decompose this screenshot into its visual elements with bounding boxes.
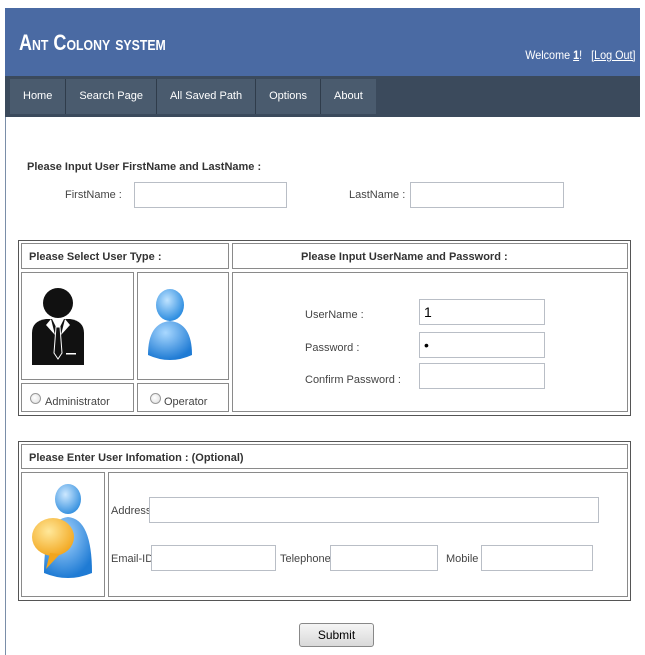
firstname-input[interactable] <box>134 182 287 208</box>
user-type-heading: Please Select User Type : <box>29 251 162 263</box>
content-border <box>5 117 6 655</box>
user-info-heading-box: Please Enter User Infomation : (Optional… <box>21 444 628 469</box>
operator-icon <box>148 289 192 360</box>
administrator-icon <box>32 288 84 365</box>
name-section-heading: Please Input User FirstName and LastName… <box>27 161 262 173</box>
nav-bar: Home Search Page All Saved Path Options … <box>5 76 640 117</box>
nav-item-search-page[interactable]: Search Page <box>66 79 157 114</box>
firstname-label: FirstName : <box>65 189 122 201</box>
mobile-label: Mobile : <box>446 553 485 565</box>
telephone-input[interactable] <box>330 545 438 571</box>
user-type-heading-box: Please Select User Type : <box>21 243 229 269</box>
lastname-label: LastName : <box>349 189 406 201</box>
welcome-suffix: ! <box>579 48 583 62</box>
user-chat-icon <box>32 484 92 578</box>
nav-item-options[interactable]: Options <box>256 79 322 114</box>
app-header: Ant Colony system Welcome 1! [Log Out] <box>5 8 640 76</box>
lastname-input[interactable] <box>410 182 564 208</box>
operator-radio[interactable] <box>150 393 161 404</box>
app-title: Ant Colony system <box>19 30 166 55</box>
nav-item-home[interactable]: Home <box>10 79 67 114</box>
password-label: Password : <box>305 342 360 354</box>
operator-option[interactable]: Operator <box>137 383 229 412</box>
nav-menu: Home Search Page All Saved Path Options … <box>10 79 376 114</box>
credentials-heading: Please Input UserName and Password : <box>301 251 508 263</box>
administrator-label: Administrator <box>45 396 110 408</box>
page: Ant Colony system Welcome 1! [Log Out] H… <box>0 0 645 655</box>
username-label: UserName : <box>305 309 364 321</box>
email-input[interactable] <box>151 545 276 571</box>
submit-button[interactable]: Submit <box>299 623 374 647</box>
telephone-label: Telephone : <box>280 553 337 565</box>
administrator-image-box[interactable] <box>21 272 134 380</box>
nav-item-all-saved-path[interactable]: All Saved Path <box>157 79 257 114</box>
administrator-radio[interactable] <box>30 393 41 404</box>
logout-link[interactable]: [Log Out] <box>592 48 636 62</box>
username-input[interactable] <box>419 299 545 325</box>
administrator-option[interactable]: Administrator <box>21 383 134 412</box>
credentials-heading-box: Please Input UserName and Password : <box>232 243 628 269</box>
mobile-input[interactable] <box>481 545 593 571</box>
operator-label: Operator <box>164 396 208 408</box>
user-info-fields-box: Address : Email-ID : Telephone : Mobile … <box>108 472 628 597</box>
address-input[interactable] <box>149 497 599 523</box>
welcome-text: Welcome 1! [Log Out] <box>526 48 636 62</box>
welcome-prefix: Welcome <box>525 48 571 62</box>
password-input[interactable] <box>419 332 545 358</box>
confirm-password-input[interactable] <box>419 363 545 389</box>
user-info-heading: Please Enter User Infomation : (Optional… <box>29 452 244 464</box>
user-info-image-box <box>21 472 105 597</box>
credentials-box: UserName : Password : Confirm Password : <box>232 272 628 412</box>
nav-item-about[interactable]: About <box>321 79 376 114</box>
operator-image-box[interactable] <box>137 272 229 380</box>
confirm-password-label: Confirm Password : <box>305 374 401 386</box>
